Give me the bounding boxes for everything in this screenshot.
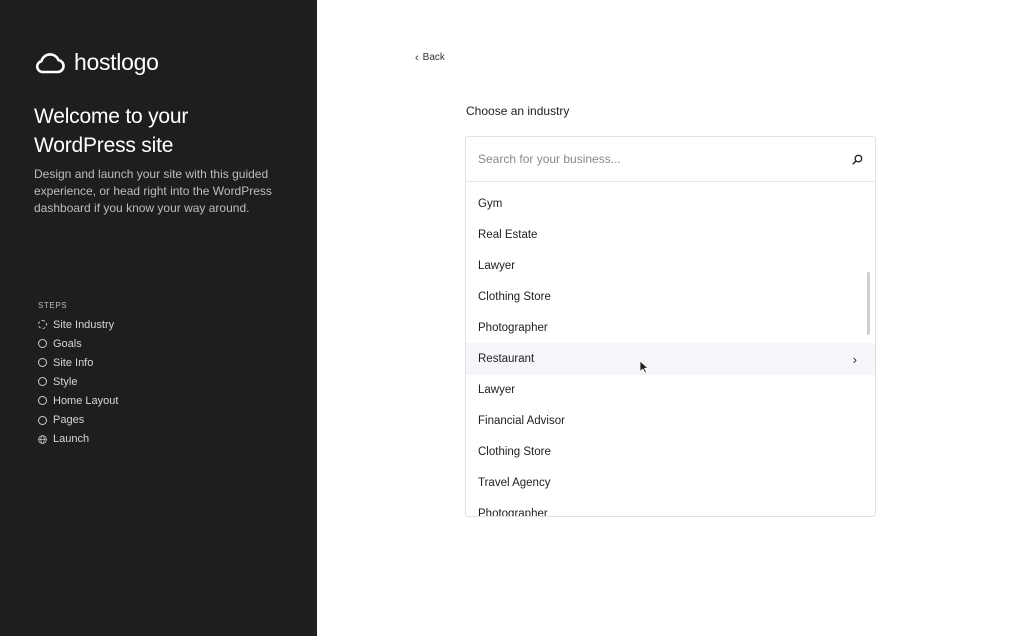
industry-picker: Gym› Real Estate› Lawyer› Clothing Store… — [465, 136, 876, 517]
list-item[interactable]: Clothing Store› — [466, 437, 875, 468]
chevron-right-icon[interactable]: › — [853, 352, 857, 367]
industry-heading: Choose an industry — [466, 104, 570, 118]
industry-label: Lawyer — [478, 384, 516, 397]
circle-icon — [38, 396, 47, 406]
list-item[interactable]: Travel Agency› — [466, 468, 875, 499]
industry-label: Restaurant — [478, 353, 535, 366]
welcome-description: Design and launch your site with this gu… — [34, 167, 272, 215]
step-site-info[interactable]: Site Info — [38, 353, 118, 372]
list-item[interactable]: Restaurant › — [466, 343, 875, 375]
back-button[interactable]: ‹ Back — [415, 52, 445, 63]
step-label: Goals — [53, 337, 82, 350]
list-item[interactable]: Clothing Store› — [466, 281, 875, 312]
search-icon[interactable] — [852, 154, 863, 165]
step-style[interactable]: Style — [38, 372, 118, 391]
list-item[interactable]: Financial Advisor› — [466, 406, 875, 437]
mouse-cursor-icon — [639, 360, 649, 374]
circle-icon — [38, 415, 47, 425]
globe-icon — [38, 434, 47, 444]
chevron-left-icon: ‹ — [415, 51, 419, 64]
industry-label: Clothing Store — [478, 446, 551, 459]
industry-label: Photographer — [478, 321, 548, 334]
industry-label: Clothing Store — [478, 290, 551, 303]
step-label: Site Industry — [53, 318, 115, 331]
step-label: Pages — [53, 414, 85, 427]
list-item[interactable]: Real Estate› — [466, 219, 875, 250]
industry-label: Gym — [478, 197, 503, 210]
cloud-icon — [35, 52, 65, 73]
step-label: Style — [53, 375, 78, 388]
list-item[interactable]: Lawyer› — [466, 250, 875, 281]
industry-label: Lawyer — [478, 259, 516, 272]
welcome-title: Welcome to your WordPress site — [34, 105, 189, 157]
circle-icon — [38, 339, 47, 349]
list-item[interactable]: Gym› — [466, 188, 875, 219]
step-launch[interactable]: Launch — [38, 430, 118, 449]
step-goals[interactable]: Goals — [38, 334, 118, 353]
industry-label: Real Estate — [478, 228, 538, 241]
steps-label: STEPS — [38, 301, 68, 310]
sidebar: hostlogo Welcome to your WordPress site … — [0, 0, 317, 636]
search-input[interactable] — [478, 152, 818, 166]
industry-label: Financial Advisor — [478, 415, 565, 428]
dashed-circle-icon — [38, 320, 47, 330]
industry-label: Photographer — [478, 508, 548, 517]
step-label: Site Info — [53, 356, 94, 369]
brand-logo: hostlogo — [34, 49, 159, 76]
step-label: Home Layout — [53, 394, 119, 407]
list-item[interactable]: Photographer› — [466, 312, 875, 343]
step-pages[interactable]: Pages — [38, 410, 118, 429]
circle-icon — [38, 377, 47, 387]
scrollbar-thumb[interactable] — [867, 272, 870, 335]
circle-icon — [38, 358, 47, 368]
list-item[interactable]: Photographer› — [466, 499, 875, 517]
industry-list[interactable]: Gym› Real Estate› Lawyer› Clothing Store… — [466, 182, 875, 517]
steps-list: STEPS Site Industry Goals Site Info Styl… — [38, 301, 118, 449]
back-label: Back — [422, 52, 445, 63]
step-home-layout[interactable]: Home Layout — [38, 391, 118, 410]
industry-label: Travel Agency — [478, 477, 551, 490]
step-site-industry[interactable]: Site Industry — [38, 315, 118, 334]
search-bar — [466, 137, 875, 182]
list-item[interactable]: Lawyer› — [466, 375, 875, 406]
brand-name: hostlogo — [74, 49, 159, 75]
step-label: Launch — [53, 433, 90, 446]
